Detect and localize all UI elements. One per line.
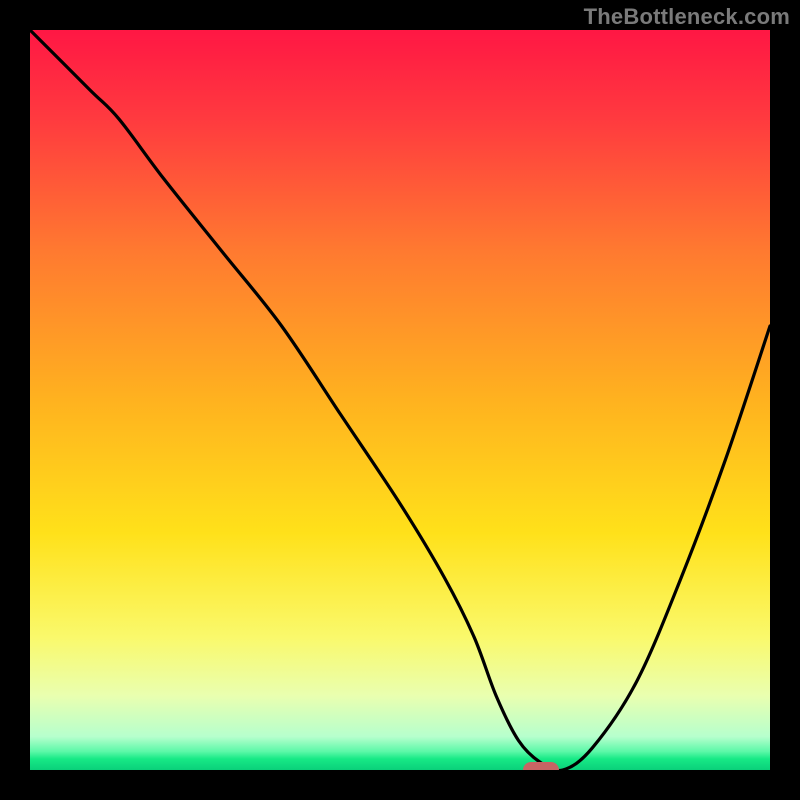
watermark-text: TheBottleneck.com [584,4,790,30]
plot-area [30,30,770,770]
optimum-marker [523,762,559,770]
bottleneck-curve [30,30,770,770]
chart-frame: TheBottleneck.com [0,0,800,800]
